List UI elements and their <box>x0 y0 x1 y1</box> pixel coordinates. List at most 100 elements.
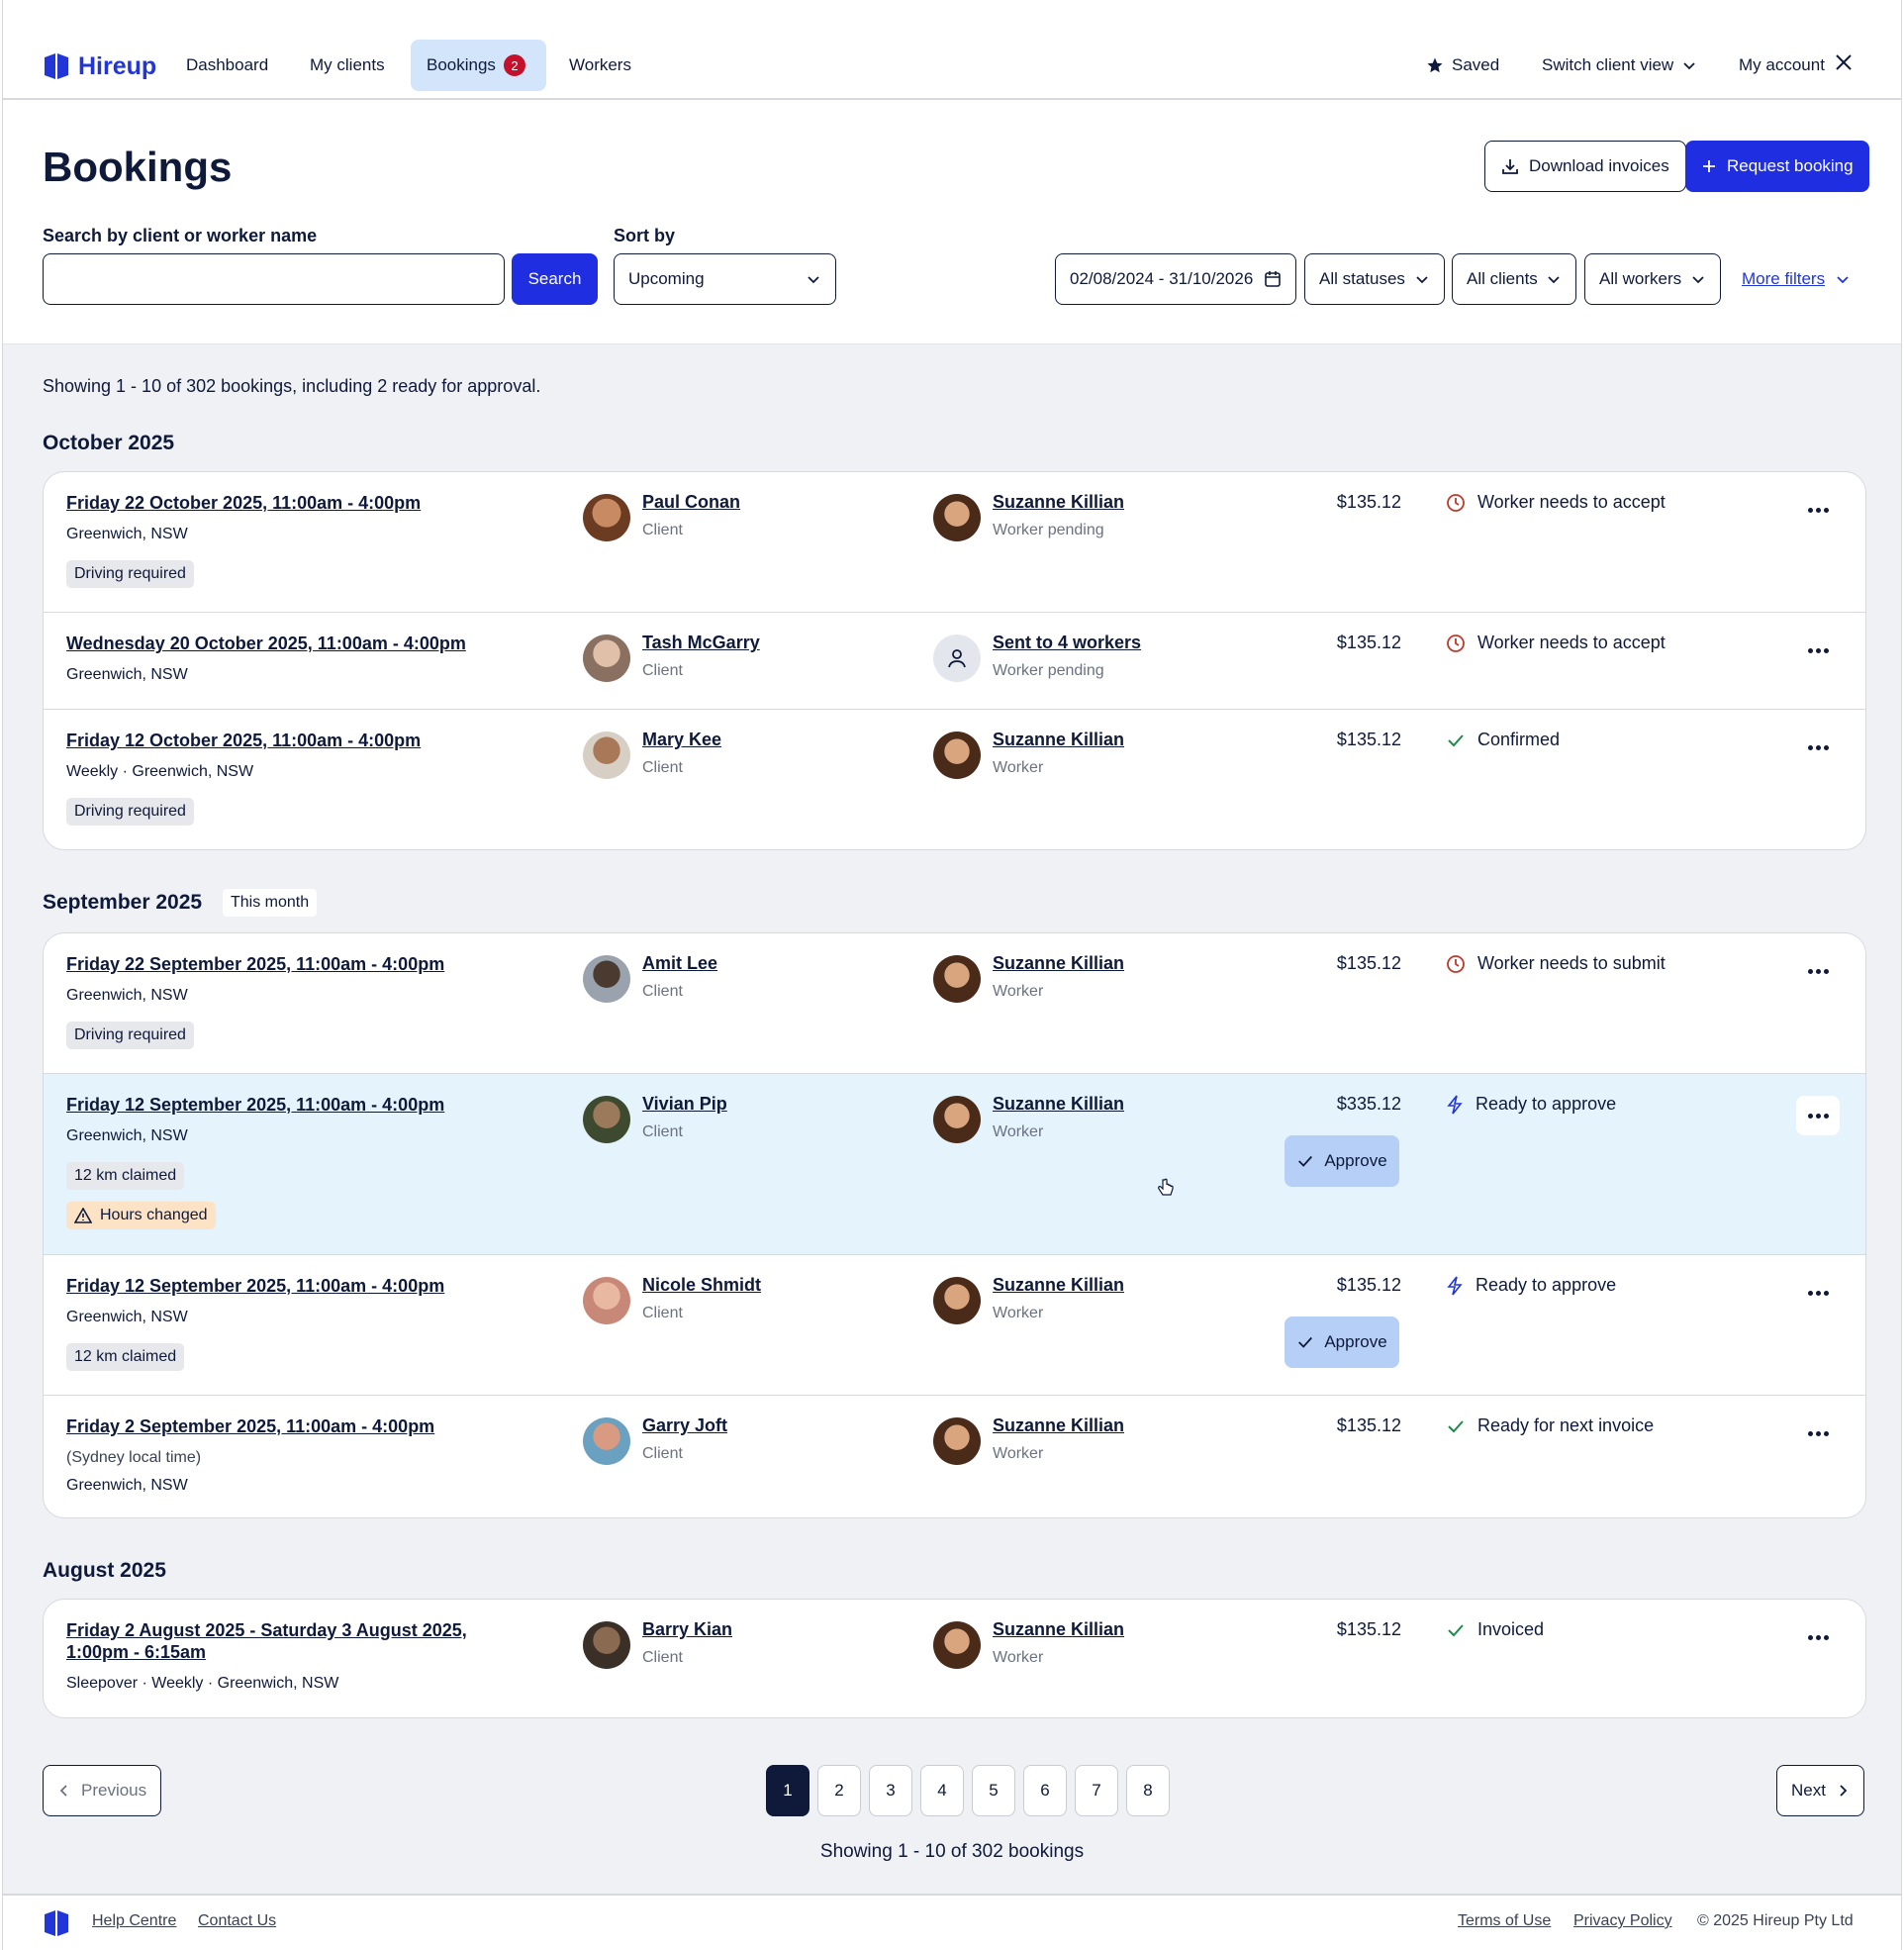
clock-icon <box>1447 493 1465 512</box>
worker-name-link[interactable]: Suzanne Killian <box>993 953 1124 974</box>
client-name-link[interactable]: Nicole Shmidt <box>642 1275 761 1296</box>
more-options-button[interactable] <box>1798 504 1838 516</box>
booking-status: Ready to approve <box>1446 1275 1616 1296</box>
booking-date-link[interactable]: Friday 2 September 2025, 11:00am - 4:00p… <box>66 1415 522 1437</box>
client-name-link[interactable]: Paul Conan <box>642 492 740 513</box>
sort-select[interactable]: Upcoming <box>614 253 836 305</box>
approve-label: Approve <box>1324 1151 1387 1170</box>
search-input[interactable] <box>43 253 505 305</box>
download-invoices-button[interactable]: Download invoices <box>1484 141 1686 192</box>
booking-row[interactable]: Friday 12 October 2025, 11:00am - 4:00pm… <box>44 709 1865 849</box>
client-role: Client <box>642 1123 683 1140</box>
approve-button[interactable]: Approve <box>1285 1135 1399 1187</box>
copyright: © 2025 Hireup Pty Ltd <box>1697 1912 1854 1929</box>
booking-date-link[interactable]: Friday 12 September 2025, 11:00am - 4:00… <box>66 1275 522 1297</box>
more-options-button[interactable] <box>1798 741 1838 753</box>
page-1-button[interactable]: 1 <box>766 1765 809 1816</box>
worker-filter[interactable]: All workers <box>1584 253 1721 305</box>
more-options-button[interactable] <box>1798 1427 1838 1439</box>
more-options-button[interactable] <box>1798 644 1838 656</box>
worker-name-link[interactable]: Sent to 4 workers <box>993 633 1141 653</box>
my-account-menu[interactable]: My account <box>1739 55 1825 75</box>
booking-date-link[interactable]: Wednesday 20 October 2025, 11:00am - 4:0… <box>66 633 522 654</box>
booking-date-link[interactable]: Friday 12 October 2025, 11:00am - 4:00pm <box>66 730 522 751</box>
nav-dashboard[interactable]: Dashboard <box>186 40 268 91</box>
client-name-link[interactable]: Vivian Pip <box>642 1094 727 1115</box>
client-filter[interactable]: All clients <box>1452 253 1576 305</box>
switch-client-view[interactable]: Switch client view <box>1542 55 1697 75</box>
client-name-link[interactable]: Mary Kee <box>642 730 721 750</box>
approve-button[interactable]: Approve <box>1285 1316 1399 1368</box>
booking-tag: 12 km claimed <box>66 1343 185 1371</box>
status-filter[interactable]: All statuses <box>1304 253 1445 305</box>
previous-label: Previous <box>81 1781 147 1800</box>
worker-name-link[interactable]: Suzanne Killian <box>993 1415 1124 1436</box>
worker-avatar <box>933 1277 981 1324</box>
client-name-link[interactable]: Tash McGarry <box>642 633 760 653</box>
booking-status-label: Ready for next invoice <box>1477 1415 1655 1435</box>
booking-location: Greenwich, NSW <box>66 526 188 542</box>
nav-bookings[interactable]: Bookings 2 <box>411 40 546 91</box>
page-6-button[interactable]: 6 <box>1023 1765 1067 1816</box>
next-page-button[interactable]: Next <box>1776 1765 1864 1816</box>
page-5-button[interactable]: 5 <box>972 1765 1015 1816</box>
privacy-policy-link[interactable]: Privacy Policy <box>1573 1912 1672 1930</box>
current-month-tag: This month <box>223 889 318 917</box>
booking-price: $135.12 <box>1336 953 1401 973</box>
page-3-button[interactable]: 3 <box>869 1765 912 1816</box>
worker-name-link[interactable]: Suzanne Killian <box>993 1619 1124 1640</box>
client-name-link[interactable]: Garry Joft <box>642 1415 727 1436</box>
terms-of-use-link[interactable]: Terms of Use <box>1458 1912 1551 1930</box>
worker-name-link[interactable]: Suzanne Killian <box>993 730 1124 750</box>
more-options-button[interactable] <box>1798 1287 1838 1299</box>
more-options-button[interactable] <box>1796 1096 1840 1135</box>
saved-link[interactable]: Saved <box>1426 55 1499 75</box>
client-name-link[interactable]: Amit Lee <box>642 953 717 974</box>
booking-status: Worker needs to submit <box>1446 953 1666 974</box>
page-8-button[interactable]: 8 <box>1126 1765 1170 1816</box>
sort-label: Sort by <box>614 226 676 245</box>
client-role: Client <box>642 759 683 776</box>
brand-logo[interactable]: Hireup <box>43 51 156 81</box>
previous-page-button[interactable]: Previous <box>43 1765 162 1816</box>
request-booking-button[interactable]: Request booking <box>1685 141 1869 192</box>
bookings-count-badge: 2 <box>503 54 525 76</box>
help-centre-link[interactable]: Help Centre <box>92 1912 176 1930</box>
client-role: Client <box>642 522 683 538</box>
booking-group-card: Friday 2 August 2025 - Saturday 3 August… <box>43 1599 1866 1718</box>
more-options-button[interactable] <box>1798 1631 1838 1643</box>
contact-us-link[interactable]: Contact Us <box>198 1912 276 1930</box>
booking-row-highlighted[interactable]: Friday 12 September 2025, 11:00am - 4:00… <box>44 1073 1865 1254</box>
booking-status: Invoiced <box>1446 1619 1544 1640</box>
worker-name-link[interactable]: Suzanne Killian <box>993 1275 1124 1296</box>
booking-status: Confirmed <box>1446 730 1560 750</box>
booking-row[interactable]: Friday 12 September 2025, 11:00am - 4:00… <box>44 1254 1865 1395</box>
booking-row[interactable]: Wednesday 20 October 2025, 11:00am - 4:0… <box>44 612 1865 709</box>
page-frame: Hireup Dashboard My clients Bookings 2 W… <box>2 0 1902 1950</box>
booking-date-link[interactable]: Friday 12 September 2025, 11:00am - 4:00… <box>66 1094 522 1116</box>
booking-row[interactable]: Friday 22 September 2025, 11:00am - 4:00… <box>44 933 1865 1073</box>
page-2-button[interactable]: 2 <box>817 1765 861 1816</box>
page-4-button[interactable]: 4 <box>920 1765 964 1816</box>
more-options-button[interactable] <box>1798 965 1838 977</box>
booking-date-link[interactable]: Friday 22 September 2025, 11:00am - 4:00… <box>66 953 522 975</box>
worker-name-link[interactable]: Suzanne Killian <box>993 1094 1124 1115</box>
hours-changed-warning: Hours changed <box>66 1202 216 1229</box>
date-range-picker[interactable]: 02/08/2024 - 31/10/2026 <box>1055 253 1296 305</box>
booking-date-link[interactable]: Friday 22 October 2025, 11:00am - 4:00pm <box>66 492 522 514</box>
booking-row[interactable]: Friday 2 August 2025 - Saturday 3 August… <box>44 1600 1865 1717</box>
worker-name-link[interactable]: Suzanne Killian <box>993 492 1124 513</box>
booking-date-link[interactable]: Friday 2 August 2025 - Saturday 3 August… <box>66 1619 512 1663</box>
worker-role: Worker pending <box>993 522 1104 538</box>
client-name-link[interactable]: Barry Kian <box>642 1619 732 1640</box>
more-filters-link[interactable]: More filters <box>1742 269 1851 289</box>
nav-my-clients[interactable]: My clients <box>310 40 385 91</box>
booking-row[interactable]: Friday 22 October 2025, 11:00am - 4:00pm… <box>44 472 1865 612</box>
nav-bookings-label: Bookings <box>427 55 496 74</box>
close-icon[interactable] <box>1835 53 1853 71</box>
hireup-logo-icon[interactable] <box>43 1908 70 1938</box>
search-button[interactable]: Search <box>512 253 598 305</box>
nav-workers[interactable]: Workers <box>569 40 631 91</box>
page-7-button[interactable]: 7 <box>1075 1765 1118 1816</box>
booking-row[interactable]: Friday 2 September 2025, 11:00am - 4:00p… <box>44 1395 1865 1517</box>
